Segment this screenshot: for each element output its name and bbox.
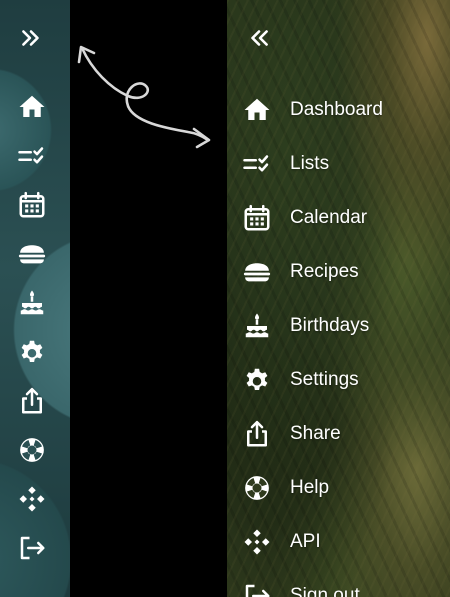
checklist-icon xyxy=(242,149,272,179)
nav-item-label: Dashboard xyxy=(290,99,383,120)
nav-item-api[interactable]: API xyxy=(227,520,450,564)
share-icon xyxy=(22,387,42,414)
nav-item-label: Help xyxy=(290,477,330,498)
sidebar-item-recipes[interactable] xyxy=(17,239,47,269)
api-icon xyxy=(242,527,272,557)
burger-icon xyxy=(18,245,46,264)
chevrons-left-icon[interactable] xyxy=(246,25,272,51)
sign-out-icon xyxy=(242,581,272,597)
sidebar-item-help[interactable] xyxy=(17,435,47,465)
nav-item-dashboard[interactable]: Dashboard xyxy=(227,88,450,132)
nav-item-label: Share xyxy=(290,423,341,444)
sidebar-item-settings[interactable] xyxy=(17,337,47,367)
nav-item-calendar[interactable]: Calendar xyxy=(227,196,450,240)
api-icon xyxy=(19,486,45,512)
nav-item-settings[interactable]: Settings xyxy=(227,358,450,402)
double-arrow-icon xyxy=(77,45,211,149)
home-icon xyxy=(242,95,272,125)
nav-item-label: Calendar xyxy=(290,207,368,228)
nav-item-lists[interactable]: Lists xyxy=(227,142,450,186)
sidebar-item-share[interactable] xyxy=(17,386,47,416)
sidebar-item-birthdays[interactable] xyxy=(17,288,47,318)
nav-item-label: Recipes xyxy=(290,261,359,282)
sidebar-item-api[interactable] xyxy=(17,484,47,514)
collapsed-sidebar xyxy=(0,0,70,597)
nav-item-label: Lists xyxy=(290,153,330,174)
chevrons-right-icon[interactable] xyxy=(18,25,44,51)
lifebuoy-icon xyxy=(242,473,272,503)
share-icon xyxy=(242,419,272,449)
sidebar-item-dashboard[interactable] xyxy=(17,92,47,122)
nav-item-recipes[interactable]: Recipes xyxy=(227,250,450,294)
sidebar-item-calendar[interactable] xyxy=(17,190,47,220)
checklist-icon xyxy=(18,147,44,164)
cake-icon xyxy=(242,311,272,341)
home-icon xyxy=(19,95,45,117)
lifebuoy-icon xyxy=(20,438,44,462)
nav-item-label: Birthdays xyxy=(290,315,370,336)
calendar-icon xyxy=(19,191,45,218)
expanded-sidebar: Dashboard Lists Calendar Recipes Birthda… xyxy=(227,0,450,597)
nav-item-label: Settings xyxy=(290,369,359,390)
nav-item-label: API xyxy=(290,531,321,552)
gear-icon xyxy=(21,340,43,362)
nav-item-sign-out[interactable]: Sign out xyxy=(227,574,450,597)
nav-item-help[interactable]: Help xyxy=(227,466,450,510)
nav-item-label: Sign out xyxy=(290,585,360,597)
gear-icon xyxy=(242,365,272,395)
sidebar-item-lists[interactable] xyxy=(17,141,47,171)
burger-icon xyxy=(242,257,272,287)
sign-out-icon xyxy=(20,536,45,560)
nav-item-birthdays[interactable]: Birthdays xyxy=(227,304,450,348)
sidebar-item-sign-out[interactable] xyxy=(17,533,47,563)
cake-icon xyxy=(20,290,44,315)
calendar-icon xyxy=(242,203,272,233)
nav-item-share[interactable]: Share xyxy=(227,412,450,456)
